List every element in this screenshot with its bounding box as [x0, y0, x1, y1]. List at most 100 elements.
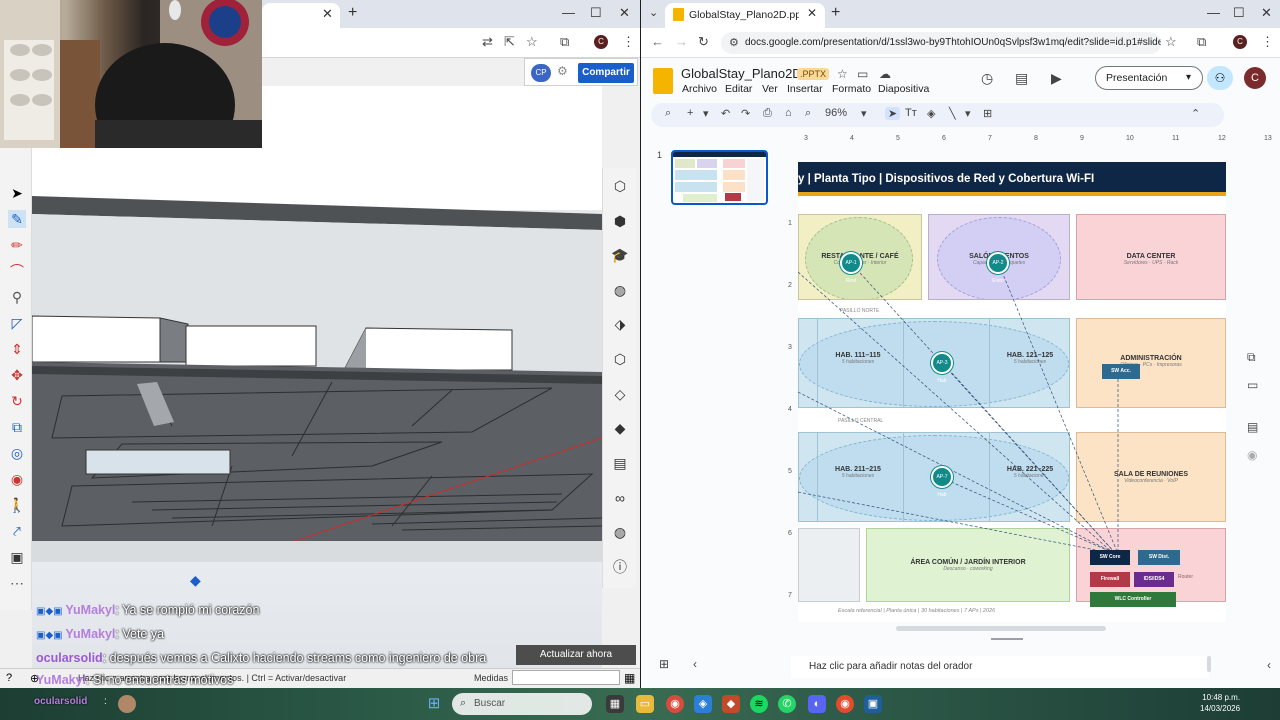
slide-canvas[interactable]: y | Planta Tipo | Dispositivos de Red y … — [798, 162, 1226, 622]
maximize-icon[interactable]: ☐ — [1233, 5, 1245, 21]
access-point[interactable]: AP-1 Rest — [840, 252, 862, 284]
menu-diapositiva[interactable]: Diapositiva — [878, 83, 929, 95]
tab-search-icon[interactable]: ⌄ — [649, 6, 658, 19]
office-icon[interactable]: ◆ — [722, 695, 740, 713]
vertical-scrollbar[interactable] — [1207, 656, 1211, 672]
tasks-icon[interactable]: ▤ — [1247, 420, 1258, 434]
notes-resize-handle[interactable] — [991, 638, 1023, 640]
comment-add-icon[interactable]: ⊞ — [983, 107, 992, 120]
minimize-icon[interactable]: — — [562, 5, 575, 20]
chevron-down-icon[interactable]: ▾ — [703, 107, 709, 120]
orbit-icon[interactable]: ◎ — [8, 444, 26, 462]
push-pull-icon[interactable]: ⇕ — [8, 340, 26, 358]
chevron-down-icon[interactable]: ▾ — [965, 107, 971, 120]
folder-icon[interactable]: ▭ — [1247, 378, 1258, 392]
reload-icon[interactable]: ↻ — [698, 34, 709, 50]
pencil-icon[interactable]: ✏ — [8, 236, 26, 254]
slide-thumbnail[interactable] — [671, 150, 768, 205]
entity-info-icon[interactable]: ⬡ — [610, 176, 630, 196]
menu-dots-icon[interactable]: ⋮ — [622, 34, 635, 50]
menu-dots-icon[interactable]: ⋮ — [1261, 34, 1274, 50]
meet-icon[interactable]: ▶ — [1051, 70, 1062, 87]
file-explorer-icon[interactable]: ▭ — [636, 695, 654, 713]
menu-archivo[interactable]: Archivo — [682, 83, 717, 95]
info-icon[interactable]: ⓘ — [610, 557, 630, 577]
globe-icon[interactable]: ◍ — [610, 522, 630, 542]
switch-access[interactable]: SW Acc. — [1102, 364, 1140, 379]
redo-icon[interactable]: ↷ — [741, 107, 750, 120]
more-tools-icon[interactable]: ⋯ — [8, 574, 26, 592]
help-icon[interactable]: ? — [6, 672, 12, 684]
back-icon[interactable]: ← — [651, 34, 664, 49]
new-slide-icon[interactable]: + — [687, 107, 693, 119]
taskbar-search[interactable]: Buscar — [452, 693, 592, 715]
search-menus-icon[interactable]: ⌕ — [665, 107, 671, 120]
print-icon[interactable]: ⎙ — [763, 107, 772, 120]
select-tool-icon[interactable]: ➤ — [885, 107, 901, 120]
walk-icon[interactable]: 🚶 — [8, 496, 26, 514]
star-icon[interactable]: ☆ — [526, 34, 538, 50]
extensions-icon[interactable]: ⧉ — [560, 34, 569, 50]
star-icon[interactable]: ☆ — [837, 67, 848, 81]
text-box-icon[interactable]: Tт — [905, 107, 917, 119]
3d-viewport[interactable] — [32, 86, 602, 562]
shadows-icon[interactable]: ▤ — [610, 453, 630, 473]
chrome-icon[interactable]: ◉ — [666, 695, 684, 713]
display-icon[interactable]: ∞ — [610, 488, 630, 508]
whatsapp-icon[interactable]: ✆ — [778, 695, 796, 713]
slides-logo[interactable] — [653, 68, 673, 94]
discord-icon[interactable]: ◐ — [808, 695, 826, 713]
shape-icon[interactable]: ◈ — [927, 107, 935, 120]
tab-close-icon[interactable]: ✕ — [807, 6, 817, 20]
grid-view-icon[interactable]: ⊞ — [659, 657, 669, 671]
select-icon[interactable]: ➤ — [8, 184, 26, 202]
share-people-icon[interactable]: ⚇ — [1207, 66, 1233, 90]
measurements-input[interactable] — [512, 670, 620, 685]
switch-distribution[interactable]: SW Dist. — [1138, 550, 1180, 565]
move-icon[interactable]: ✥ — [8, 366, 26, 384]
maximize-icon[interactable]: ☐ — [590, 5, 602, 21]
switch-core[interactable]: SW Core — [1090, 550, 1130, 565]
comments-icon[interactable]: ▤ — [1015, 70, 1028, 87]
minimize-icon[interactable]: — — [1207, 5, 1220, 20]
outliner-icon[interactable]: ⬡ — [610, 349, 630, 369]
document-title[interactable]: GlobalStay_Plano2D — [681, 66, 802, 81]
profile-icon[interactable]: C — [1233, 35, 1247, 49]
contacts-icon[interactable]: ◉ — [1247, 448, 1257, 462]
line-icon[interactable]: ╲ — [949, 107, 956, 120]
site-info-icon[interactable]: ⚙ — [729, 36, 739, 49]
menu-formato[interactable]: Formato — [832, 83, 871, 95]
collapse-toolbar-icon[interactable]: ⌃ — [1191, 107, 1200, 120]
access-point[interactable]: AP-3 Hab — [931, 352, 953, 384]
text-icon[interactable]: ▣ — [8, 548, 26, 566]
tape-icon[interactable]: ⌒ — [8, 262, 26, 280]
chevron-down-icon[interactable]: ▾ — [861, 107, 867, 120]
components-icon[interactable]: ⬢ — [610, 211, 630, 231]
share-button[interactable]: Compartir — [578, 63, 634, 83]
chevron-down-icon[interactable]: ▾ — [1186, 67, 1191, 89]
display-toggle-icon[interactable]: ▦ — [624, 671, 635, 685]
scale-icon[interactable]: ⧉ — [8, 418, 26, 436]
menu-ver[interactable]: Ver — [762, 83, 778, 95]
app-icon[interactable]: ▣ — [864, 695, 882, 713]
update-now-button[interactable]: Actualizar ahora — [516, 645, 636, 665]
windows-start-icon[interactable]: ⊞ — [425, 695, 443, 713]
zoom-level[interactable]: 96% — [825, 107, 847, 119]
history-icon[interactable]: ◷ — [981, 70, 993, 87]
close-window-icon[interactable]: ✕ — [619, 5, 630, 21]
paint-icon[interactable]: ⚲ — [8, 288, 26, 306]
new-tab-icon[interactable]: + — [831, 4, 840, 22]
translate-icon[interactable]: ⇄ — [482, 34, 493, 50]
close-icon[interactable]: ✕ — [322, 6, 333, 22]
zoom-icon[interactable]: ⌕ — [805, 107, 811, 120]
move-folder-icon[interactable]: ▭ — [857, 67, 868, 81]
tags-icon[interactable]: ◇ — [610, 384, 630, 404]
task-view-icon[interactable]: ▦ — [606, 695, 624, 713]
wlc-controller[interactable]: WLC Controller — [1090, 592, 1176, 607]
paint-format-icon[interactable]: ⌂ — [785, 107, 792, 119]
cloud-status-icon[interactable]: ☁ — [879, 67, 891, 81]
ids-device[interactable]: IDS/IDS4 — [1134, 572, 1174, 587]
spotify-icon[interactable]: ≋ — [750, 695, 768, 713]
access-point[interactable]: AP-2 Even — [987, 252, 1009, 284]
close-window-icon[interactable]: ✕ — [1261, 5, 1272, 21]
